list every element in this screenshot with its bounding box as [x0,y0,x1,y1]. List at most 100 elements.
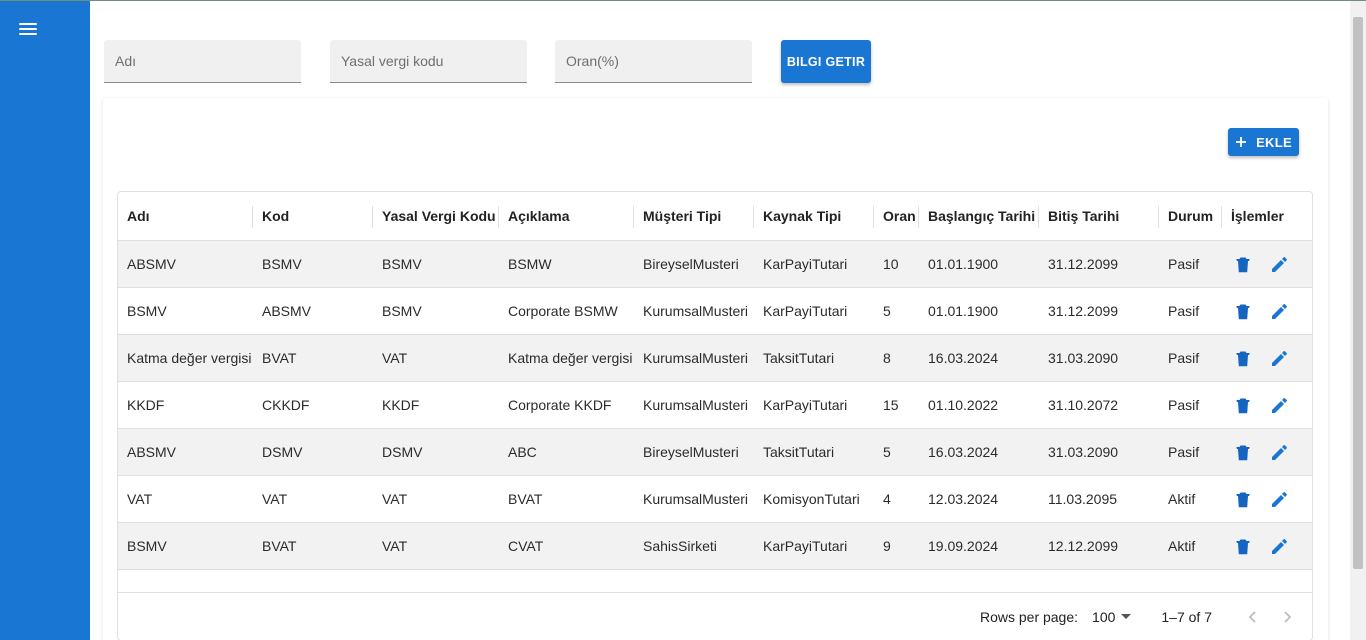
chevron-left-icon [1248,610,1256,623]
row-actions [1222,442,1312,462]
cell-customer-type: BireyselMusteri [643,256,739,272]
grid-footer: Rows per page: 100 1–7 of 7 [118,592,1312,640]
cell-name: BSMV [127,538,167,554]
previous-page-button[interactable] [1234,599,1270,635]
cell-tax-code: VAT [382,350,408,366]
cell-code: VAT [262,491,288,507]
cell-description: CVAT [508,538,544,554]
app-root: BILGI GETIR EKLE Adı KodYasal Vergi Kodu A… [0,0,1366,640]
edit-icon[interactable] [1269,348,1289,368]
fetch-info-button[interactable]: BILGI GETIR [781,40,871,83]
cell-name: VAT [127,491,153,507]
delete-icon[interactable] [1233,536,1253,556]
cell-description: Katma değer vergisi [508,350,633,366]
cell-start-date: 01.10.2022 [928,397,999,413]
cell-source-type: TaksitTutari [763,350,835,366]
menu-icon[interactable] [19,23,39,39]
cell-name: ABSMV [127,444,177,460]
table-card: EKLE Adı Kod Yasal Vergi Kodu Açıklama Müşte… [103,98,1328,640]
row-actions [1222,536,1312,556]
table-row[interactable]: VAT VAT VAT BVAT KurumsalMusteri KomisyonTuta… [118,476,1312,523]
cell-code: BSMV [262,256,302,272]
edit-icon[interactable] [1269,254,1289,274]
delete-icon[interactable] [1233,395,1253,415]
table-row[interactable]: BSMV ABSMV BSMV Corporate BSMW KurumsalMuste… [118,288,1312,335]
edit-icon[interactable] [1269,489,1289,509]
column-header-status[interactable]: Durum [1159,192,1222,241]
column-header-name[interactable]: Adı [118,192,253,241]
cell-name: KKDF [127,397,165,413]
delete-icon[interactable] [1233,254,1253,274]
cell-start-date: 19.09.2024 [928,538,999,554]
cell-description: ABC [508,444,537,460]
cell-code: DSMV [262,444,303,460]
delete-icon[interactable] [1233,301,1253,321]
cell-code: ABSMV [262,303,312,319]
row-actions [1222,301,1312,321]
tax-code-filter-input[interactable] [330,40,527,83]
rows-per-page-value: 100 [1092,608,1116,625]
edit-icon[interactable] [1269,395,1289,415]
delete-icon[interactable] [1233,489,1253,509]
page-scrollbar[interactable] [1350,1,1366,640]
column-header-tax-code[interactable]: Yasal Vergi Kodu [373,192,499,241]
chevron-right-icon [1284,610,1292,623]
delete-icon[interactable] [1233,442,1253,462]
sidebar [0,1,90,640]
cell-status: Aktif [1168,491,1196,507]
column-header-end-date[interactable]: Bitiş Tarihi [1039,192,1159,241]
column-header-label: Açıklama [508,208,570,224]
row-actions [1222,395,1312,415]
cell-tax-code: BSMV [382,303,422,319]
column-header-label: İşlemler [1231,208,1284,224]
column-header-start-date[interactable]: Başlangıç Tarihi [919,192,1039,241]
table-row[interactable]: ABSMV BSMV BSMV BSMW BireyselMusteri KarPayiT… [118,241,1312,288]
table-row[interactable]: BSMV BVAT VAT CVAT SahisSirketi KarPayiTutari… [118,523,1312,570]
edit-icon[interactable] [1269,442,1289,462]
cell-customer-type: SahisSirketi [643,538,717,554]
cell-customer-type: KurumsalMusteri [643,397,749,413]
edit-icon[interactable] [1269,536,1289,556]
table-row[interactable]: ABSMV DSMV DSMV ABC BireyselMusteri TaksitTut… [118,429,1312,476]
add-button[interactable]: EKLE [1228,128,1299,156]
rate-filter-input[interactable] [555,40,752,83]
row-actions [1222,489,1312,509]
edit-icon[interactable] [1269,301,1289,321]
next-page-button[interactable] [1270,599,1306,635]
rows-per-page-select[interactable]: 100 [1092,608,1132,625]
cell-rate: 4 [883,491,891,507]
row-actions [1222,348,1312,368]
table-row[interactable]: KKDF CKKDF KKDF Corporate KKDF KurumsalMuste… [118,382,1312,429]
column-header-label: Adı [127,208,150,224]
column-header-description[interactable]: Açıklama [499,192,634,241]
column-header-label: Müşteri Tipi [643,208,722,224]
name-filter-input[interactable] [104,40,301,83]
cell-status: Pasif [1168,397,1200,413]
cell-status: Pasif [1168,256,1200,272]
column-header-source-type[interactable]: Kaynak Tipi [754,192,874,241]
cell-end-date: 31.03.2090 [1048,444,1119,460]
cell-customer-type: KurumsalMusteri [643,491,749,507]
column-header-code[interactable]: Kod [253,192,373,241]
cell-status: Pasif [1168,444,1200,460]
pagination-range: 1–7 of 7 [1161,608,1212,625]
column-header-customer-type[interactable]: Müşteri Tipi [634,192,754,241]
cell-tax-code: DSMV [382,444,423,460]
delete-icon[interactable] [1233,348,1253,368]
cell-code: CKKDF [262,397,310,413]
scrollbar-thumb[interactable] [1353,17,1363,569]
column-header-actions[interactable]: İşlemler [1222,192,1312,241]
column-header-label: Kaynak Tipi [763,208,842,224]
cell-source-type: KomisyonTutari [763,491,860,507]
grid-body: ABSMV BSMV BSMV BSMW BireyselMusteri KarPayiT… [118,241,1312,570]
cell-end-date: 11.03.2095 [1048,491,1118,507]
table-row[interactable]: Katma değer vergisi BVAT VAT Katma değer ve… [118,335,1312,382]
column-header-rate[interactable]: Oran [874,192,919,241]
cell-start-date: 16.03.2024 [928,350,999,366]
cell-rate: 5 [883,303,891,319]
cell-code: BVAT [262,538,297,554]
cell-start-date: 12.03.2024 [928,491,999,507]
cell-tax-code: BSMV [382,256,422,272]
dropdown-arrow-icon [1121,613,1132,619]
rows-per-page-label: Rows per page: [979,608,1079,625]
